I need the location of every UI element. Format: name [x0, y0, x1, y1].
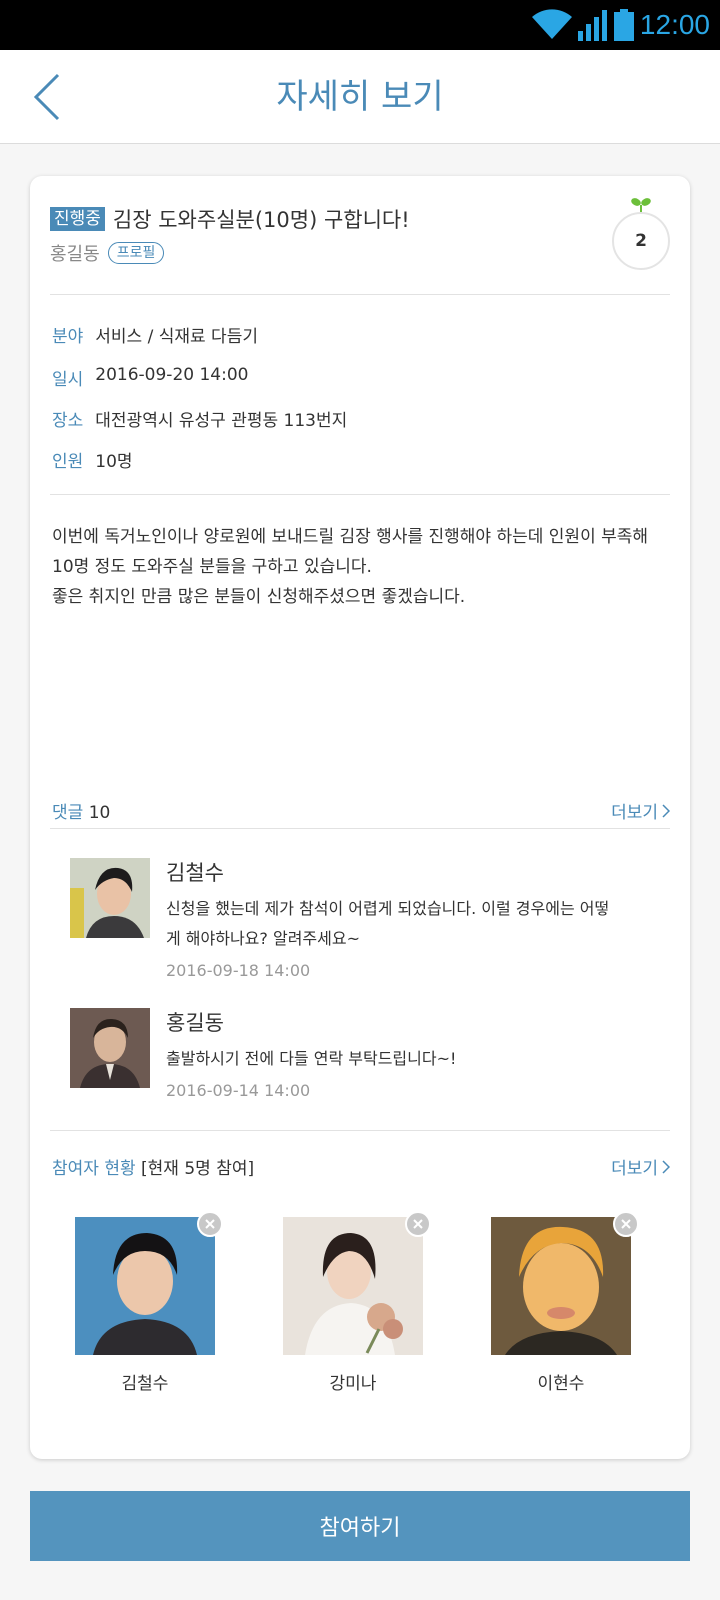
battery-icon	[613, 9, 634, 41]
comment-text-line: 신청을 했는데 제가 참석이 어렵게 되었습니다. 이럴 경우에는 어떻	[166, 899, 610, 918]
participant-name: 이현수	[537, 1374, 585, 1394]
description-line: 이번에 독거노인이나 양로원에 보내드릴 김장 행사를 진행해야 하는데 인원이…	[52, 527, 649, 547]
remove-participant-button[interactable]	[613, 1211, 639, 1237]
status-time: 12:00	[639, 9, 710, 40]
comment-text-line: 게 해야하나요? 알려주세요~	[166, 929, 360, 948]
post-title: 김장 도와주실분(10명) 구합니다!	[112, 208, 410, 232]
description-line: 10명 정도 도와주실 분들을 구하고 있습니다.	[52, 557, 372, 577]
comment-author: 김철수	[166, 861, 224, 885]
comments-label: 댓글	[52, 803, 84, 823]
close-icon	[205, 1219, 215, 1229]
post-title-row: 진행중 김장 도와주실분(10명) 구합니다!	[50, 204, 410, 234]
comment-item: 홍길동 출발하시기 전에 다들 연락 부탁드립니다~! 2016-09-14 1…	[70, 1008, 660, 1118]
post-description: 이번에 독거노인이나 양로원에 보내드릴 김장 행사를 진행해야 하는데 인원이…	[52, 522, 677, 612]
post-detail-card: 진행중 김장 도와주실분(10명) 구합니다! 홍길동 프로필 2 분야 서비스…	[30, 176, 690, 1459]
comment-date: 2016-09-18 14:00	[166, 961, 311, 980]
comment-author: 홍길동	[166, 1011, 224, 1035]
wifi-icon	[531, 9, 572, 39]
remove-participant-button[interactable]	[197, 1211, 223, 1237]
info-value-field: 서비스 / 식재료 다듬기	[95, 327, 258, 347]
info-row-date: 일시 2016-09-20 14:00	[52, 365, 248, 390]
info-value-people: 10명	[95, 452, 133, 472]
app-header: 자세히 보기	[0, 50, 720, 144]
participant-photo	[283, 1217, 423, 1355]
participant-name: 강미나	[329, 1374, 377, 1394]
participant-photo	[75, 1217, 215, 1355]
participants-header: 참여자 현황 [현재 5명 참여] 더보기	[52, 1154, 670, 1179]
participant-item[interactable]: 이현수	[491, 1211, 639, 1397]
close-icon	[621, 1219, 631, 1229]
more-label: 더보기	[611, 1159, 658, 1179]
more-label: 더보기	[611, 803, 658, 823]
participation-count-badge: 2	[612, 212, 670, 270]
info-label-place: 장소	[52, 411, 84, 431]
status-badge: 진행중	[50, 207, 105, 231]
participant-item[interactable]: 강미나	[283, 1211, 431, 1397]
chevron-right-icon	[662, 803, 670, 818]
participants-label: 참여자 현황	[52, 1159, 136, 1179]
comment-body: 김철수 신청을 했는데 제가 참석이 어렵게 되었습니다. 이럴 경우에는 어떻…	[166, 858, 656, 984]
comment-text-line: 출발하시기 전에 다들 연락 부탁드립니다~!	[166, 1049, 457, 1068]
participant-photo	[491, 1217, 631, 1355]
avatar	[70, 1008, 150, 1088]
comment-item: 김철수 신청을 했는데 제가 참석이 어렵게 되었습니다. 이럴 경우에는 어떻…	[70, 858, 660, 988]
author-row: 홍길동 프로필	[50, 240, 165, 266]
divider	[50, 494, 670, 495]
info-value-place: 대전광역시 유성구 관평동 113번지	[95, 411, 348, 431]
info-row-people: 인원 10명	[52, 447, 133, 472]
comment-text: 출발하시기 전에 다들 연락 부탁드립니다~!	[166, 1044, 656, 1074]
participants-more-link[interactable]: 더보기	[611, 1154, 670, 1179]
info-row-field: 분야 서비스 / 식재료 다듬기	[52, 322, 258, 347]
comments-count: 10	[88, 803, 111, 823]
divider	[50, 1130, 670, 1131]
comment-body: 홍길동 출발하시기 전에 다들 연락 부탁드립니다~! 2016-09-14 1…	[166, 1008, 656, 1104]
divider	[50, 294, 670, 295]
divider	[50, 828, 670, 829]
close-icon	[413, 1219, 423, 1229]
info-label-date: 일시	[52, 370, 84, 390]
page-title: 자세히 보기	[276, 77, 444, 117]
chevron-right-icon	[662, 1159, 670, 1174]
info-label-people: 인원	[52, 452, 84, 472]
avatar	[70, 858, 150, 938]
comments-header: 댓글 10 더보기	[52, 798, 670, 823]
comment-date: 2016-09-14 14:00	[166, 1081, 311, 1100]
author-name: 홍길동	[50, 244, 100, 265]
participants-summary: [현재 5명 참여]	[141, 1159, 255, 1179]
info-value-date: 2016-09-20 14:00	[95, 365, 249, 385]
info-row-place: 장소 대전광역시 유성구 관평동 113번지	[52, 406, 347, 431]
info-label-field: 분야	[52, 327, 84, 347]
participant-name: 김철수	[121, 1374, 169, 1394]
remove-participant-button[interactable]	[405, 1211, 431, 1237]
description-line: 좋은 취지인 만큼 많은 분들이 신청해주셨으면 좋겠습니다.	[52, 587, 466, 607]
comment-text: 신청을 했는데 제가 참석이 어렵게 되었습니다. 이럴 경우에는 어떻 게 해…	[166, 894, 656, 954]
signal-icon	[577, 10, 607, 41]
status-bar: 12:00	[0, 0, 720, 50]
join-button[interactable]: 참여하기	[30, 1491, 690, 1561]
participant-item[interactable]: 김철수	[75, 1211, 223, 1397]
comments-more-link[interactable]: 더보기	[611, 798, 670, 823]
profile-button[interactable]: 프로필	[107, 242, 165, 264]
